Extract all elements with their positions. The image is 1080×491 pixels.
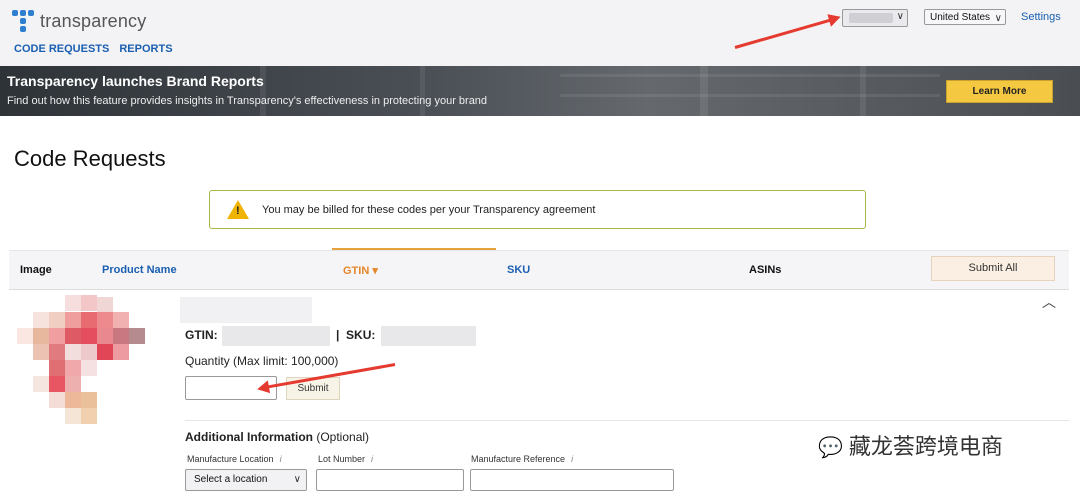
col-sku[interactable]: SKU — [507, 264, 530, 276]
lot-number-input[interactable] — [316, 469, 464, 491]
optional-tag: (Optional) — [316, 430, 370, 444]
chevron-down-icon: ∨ — [293, 474, 301, 485]
gtin-value-redacted — [222, 326, 330, 346]
manufacture-location-select[interactable]: Select a location ∨ — [185, 469, 307, 491]
manufacture-location-label: Manufacture Location i — [187, 454, 282, 464]
banner-subtitle: Find out how this feature provides insig… — [7, 95, 488, 107]
sku-label-text: SKU: — [346, 328, 376, 342]
brand-logo[interactable]: transparency — [12, 10, 146, 32]
col-asins: ASINs — [749, 264, 782, 276]
table-header: Image Product Name GTIN ▾ SKU ASINs — [9, 250, 1069, 290]
billing-alert: ! You may be billed for these codes per … — [209, 190, 866, 229]
watermark-glyph: 💬 — [818, 435, 843, 459]
account-name-redacted — [849, 13, 893, 23]
collapse-chevron-up-icon[interactable]: ︿ — [1042, 292, 1056, 312]
sort-caret-icon: ▾ — [372, 265, 378, 277]
info-icon[interactable]: i — [371, 454, 373, 464]
gtin-label: GTIN: — [185, 328, 218, 342]
quantity-hint: (Max limit: 100,000) — [233, 354, 339, 368]
manufacture-location-label-text: Manufacture Location — [187, 454, 274, 464]
quantity-label: Quantity (Max limit: 100,000) — [185, 354, 338, 368]
lot-number-label: Lot Number i — [318, 454, 373, 464]
quantity-label-text: Quantity — [185, 354, 230, 368]
account-select[interactable]: ∨ — [842, 9, 908, 27]
manufacture-reference-label: Manufacture Reference i — [471, 454, 573, 464]
nav-reports[interactable]: REPORTS — [119, 43, 172, 55]
additional-info-title: Additional Information — [185, 430, 313, 444]
sku-value-redacted — [381, 326, 476, 346]
brand-name: transparency — [40, 10, 147, 31]
sku-label: | SKU: — [336, 328, 375, 342]
banner-title: Transparency launches Brand Reports — [7, 73, 264, 89]
watermark-label: 藏龙荟跨境电商 — [848, 435, 1003, 460]
chevron-down-icon: ∨ — [994, 13, 1002, 24]
main-nav: CODE REQUESTS REPORTS — [14, 43, 173, 55]
country-select-value: United States — [930, 12, 991, 23]
learn-more-button[interactable]: Learn More — [946, 80, 1053, 103]
lot-number-label-text: Lot Number — [318, 454, 366, 464]
col-gtin-label: GTIN — [343, 265, 370, 277]
submit-all-button[interactable]: Submit All — [931, 256, 1055, 281]
info-icon[interactable]: i — [280, 454, 282, 464]
col-product-name[interactable]: Product Name — [102, 264, 177, 276]
product-name-redacted — [180, 297, 312, 323]
watermark-text: 💬 藏龙荟跨境电商 — [818, 429, 1003, 461]
manufacture-reference-label-text: Manufacture Reference — [471, 454, 566, 464]
manufacture-reference-input[interactable] — [470, 469, 674, 491]
settings-link[interactable]: Settings — [1021, 11, 1061, 23]
alert-text: You may be billed for these codes per yo… — [262, 204, 596, 216]
col-gtin[interactable]: GTIN ▾ — [343, 264, 378, 277]
nav-code-requests[interactable]: CODE REQUESTS — [14, 43, 109, 55]
additional-info-heading: Additional Information (Optional) — [185, 430, 369, 444]
transparency-logo-icon — [12, 10, 34, 32]
chevron-down-icon: ∨ — [896, 11, 904, 22]
info-icon[interactable]: i — [571, 454, 573, 464]
section-divider — [185, 420, 1070, 421]
promo-banner: Transparency launches Brand Reports Find… — [0, 66, 1080, 116]
top-header: transparency CODE REQUESTS REPORTS ∨ Uni… — [0, 0, 1080, 67]
manufacture-location-select-value: Select a location — [194, 474, 268, 485]
country-select[interactable]: United States ∨ — [924, 9, 1006, 25]
warning-icon: ! — [227, 200, 249, 219]
sku-separator: | — [336, 328, 340, 342]
col-image: Image — [20, 264, 52, 276]
page-title: Code Requests — [14, 146, 166, 171]
